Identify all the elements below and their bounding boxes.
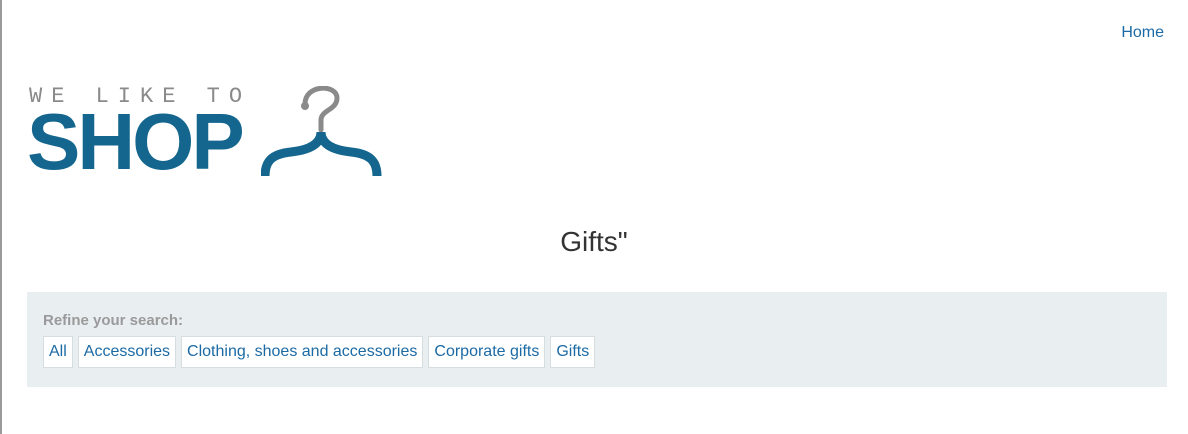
filter-list: All Accessories Clothing, shoes and acce… [43, 336, 1151, 368]
filter-panel: Refine your search: All Accessories Clot… [27, 292, 1167, 387]
filter-clothing-shoes-accessories[interactable]: Clothing, shoes and accessories [181, 336, 424, 368]
filter-label: Refine your search: [43, 312, 184, 329]
filter-all[interactable]: All [43, 336, 73, 368]
logo-word: SHOP [27, 97, 245, 186]
page-title: Gifts" [560, 226, 628, 257]
page: Home WE LIKE TO SHOP Gifts" Refine your … [0, 0, 1186, 434]
filter-corporate-gifts[interactable]: Corporate gifts [428, 336, 546, 368]
site-logo[interactable]: WE LIKE TO SHOP [27, 84, 387, 184]
top-nav: Home [1121, 24, 1164, 42]
home-link[interactable]: Home [1121, 24, 1164, 41]
filter-gifts[interactable]: Gifts [550, 336, 596, 368]
filter-accessories[interactable]: Accessories [77, 336, 177, 368]
hanger-icon [261, 86, 382, 177]
